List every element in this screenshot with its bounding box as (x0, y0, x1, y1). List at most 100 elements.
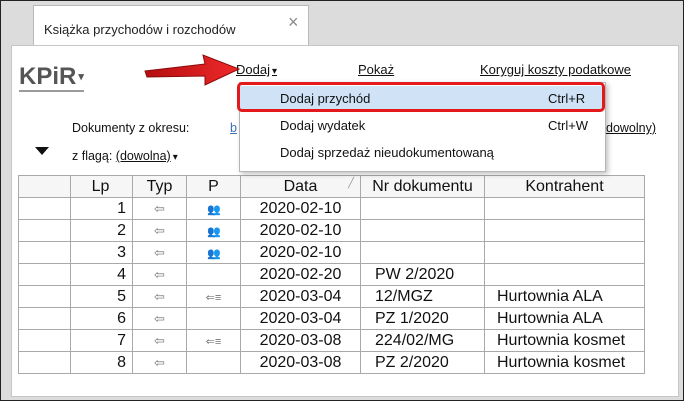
cell-typ: ⇦ (132, 329, 187, 352)
cell-p: ⇐≡ (186, 329, 241, 352)
left-arrow-icon: ⇦ (154, 310, 165, 326)
cell-kontrahent (484, 219, 645, 242)
cell-p (186, 263, 241, 286)
dropdown-item-label: Dodaj przychód (280, 91, 371, 106)
col-header-p[interactable]: P (186, 175, 241, 198)
row-selector[interactable] (18, 219, 71, 242)
table-row[interactable]: 8 ⇦ 2020-03-08 PZ 2/2020 Hurtownia kosmet (18, 351, 645, 374)
left-arrow-icon: ⇦ (154, 244, 165, 260)
cell-typ: ⇦ (132, 263, 187, 286)
table-row[interactable]: 2 ⇦ 👥 2020-02-10 (18, 219, 645, 242)
cell-lp: 1 (70, 197, 133, 220)
left-arrow-icon: ⇦ (154, 266, 165, 282)
table-row[interactable]: 1 ⇦ 👥 2020-02-10 (18, 197, 645, 220)
collapse-triangle-icon[interactable] (35, 147, 49, 155)
chevron-down-icon: ▾ (78, 71, 84, 83)
cell-lp: 7 (70, 329, 133, 352)
cell-p (186, 307, 241, 330)
left-arrow-icon: ⇦ (154, 354, 165, 370)
sort-icon: ╱ (347, 178, 354, 189)
list-arrow-icon: ⇐≡ (205, 291, 222, 304)
cell-kontrahent: Hurtownia ALA (484, 285, 645, 308)
range-dropdown-tail[interactable]: dowolny) (606, 121, 656, 135)
cell-data: 2020-03-04 (240, 285, 361, 308)
dropdown-item-2[interactable]: Dodaj wydatek Ctrl+W (240, 113, 603, 139)
range-label: Dokumenty z okresu: (72, 121, 190, 135)
cell-kontrahent: Hurtownia kosmet (484, 351, 645, 374)
chevron-down-icon: ▾ (172, 152, 178, 163)
cell-kontrahent (484, 263, 645, 286)
col-header-select[interactable] (18, 175, 71, 198)
cell-typ: ⇦ (132, 351, 187, 374)
row-selector[interactable] (18, 197, 71, 220)
cell-p (186, 351, 241, 374)
range-link[interactable]: b (230, 121, 237, 135)
left-arrow-icon: ⇦ (154, 288, 165, 304)
dropdown-item-label: Dodaj sprzedaż nieudokumentowaną (280, 145, 494, 160)
cell-typ: ⇦ (132, 197, 187, 220)
col-header-data[interactable]: Data ╱ (240, 175, 361, 198)
koryguj-menu[interactable]: Koryguj koszty podatkowe (480, 62, 631, 77)
people-icon: 👥 (207, 225, 221, 238)
cell-kontrahent (484, 241, 645, 264)
row-selector[interactable] (18, 241, 71, 264)
cell-kontrahent: Hurtownia ALA (484, 307, 645, 330)
cell-lp: 8 (70, 351, 133, 374)
tab-kpir[interactable]: Książka przychodów i rozchodów × (33, 5, 309, 46)
window-frame: Książka przychodów i rozchodów × KPiR ▾ D… (0, 0, 684, 401)
dropdown-item-1[interactable]: Dodaj przychód Ctrl+R (240, 86, 603, 112)
cell-typ: ⇦ (132, 241, 187, 264)
col-header-nr[interactable]: Nr dokumentu (360, 175, 485, 198)
flag-filter: z flagą: (dowolna) ▾ (72, 149, 178, 163)
left-arrow-icon: ⇦ (154, 332, 165, 348)
cell-typ: ⇦ (132, 307, 187, 330)
table-row[interactable]: 4 ⇦ 2020-02-20 PW 2/2020 (18, 263, 645, 286)
cell-p: 👥 (186, 197, 241, 220)
row-selector[interactable] (18, 307, 71, 330)
col-header-typ[interactable]: Typ (132, 175, 187, 198)
cell-data: 2020-02-10 (240, 241, 361, 264)
page-title-text: KPiR (19, 63, 77, 90)
col-header-data-label: Data (283, 177, 318, 195)
close-icon[interactable]: × (288, 12, 299, 33)
tab-title: Książka przychodów i rozchodów (44, 22, 236, 37)
cell-lp: 6 (70, 307, 133, 330)
pokaz-menu[interactable]: Pokaż (358, 62, 394, 77)
flag-dropdown[interactable]: (dowolna) (116, 149, 171, 163)
cell-lp: 4 (70, 263, 133, 286)
cell-data: 2020-02-20 (240, 263, 361, 286)
cell-nr (360, 219, 485, 242)
page-title[interactable]: KPiR ▾ (19, 64, 84, 92)
flag-label: z flagą: (72, 149, 113, 163)
col-header-kontrahent[interactable]: Kontrahent (484, 175, 645, 198)
people-icon: 👥 (207, 203, 221, 216)
cell-p: ⇐≡ (186, 285, 241, 308)
cell-data: 2020-02-10 (240, 197, 361, 220)
cell-kontrahent (484, 197, 645, 220)
dropdown-item-label: Dodaj wydatek (280, 118, 366, 133)
cell-typ: ⇦ (132, 285, 187, 308)
cell-lp: 3 (70, 241, 133, 264)
cell-data: 2020-02-10 (240, 219, 361, 242)
table-row[interactable]: 5 ⇦ ⇐≡ 2020-03-04 12/MGZ Hurtownia ALA (18, 285, 645, 308)
cell-data: 2020-03-04 (240, 307, 361, 330)
col-header-lp[interactable]: Lp (70, 175, 133, 198)
dropdown-item-shortcut: Ctrl+R (548, 91, 586, 106)
table-row[interactable]: 3 ⇦ 👥 2020-02-10 (18, 241, 645, 264)
row-selector[interactable] (18, 329, 71, 352)
table-row[interactable]: 6 ⇦ 2020-03-04 PZ 1/2020 Hurtownia ALA (18, 307, 645, 330)
row-selector[interactable] (18, 285, 71, 308)
chevron-down-icon: ▾ (271, 66, 277, 77)
row-selector[interactable] (18, 263, 71, 286)
cell-typ: ⇦ (132, 219, 187, 242)
cell-nr (360, 241, 485, 264)
table-row[interactable]: 7 ⇦ ⇐≡ 2020-03-08 224/02/MG Hurtownia kosmet (18, 329, 645, 352)
cell-kontrahent: Hurtownia kosmet (484, 329, 645, 352)
cell-nr: PZ 2/2020 (360, 351, 485, 374)
annotation-arrow-icon (144, 54, 241, 86)
cell-nr: PZ 1/2020 (360, 307, 485, 330)
row-selector[interactable] (18, 351, 71, 374)
dropdown-item-3[interactable]: Dodaj sprzedaż nieudokumentowaną (240, 140, 603, 166)
cell-nr: 224/02/MG (360, 329, 485, 352)
cell-data: 2020-03-08 (240, 329, 361, 352)
